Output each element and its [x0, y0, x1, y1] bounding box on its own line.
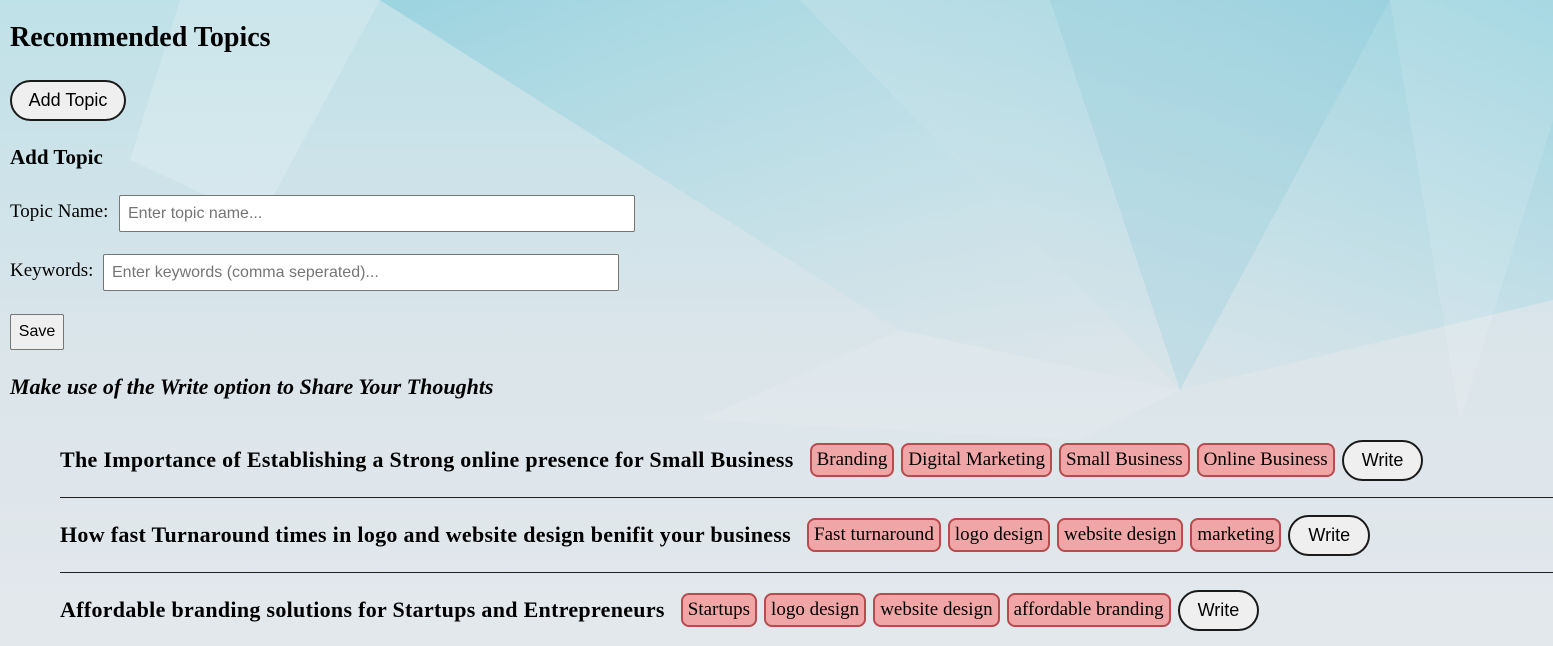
page-title: Recommended Topics	[10, 22, 271, 53]
write-button[interactable]: Write	[1177, 589, 1260, 631]
keywords-label: Keywords:	[10, 260, 94, 281]
topic-name-label: Topic Name:	[10, 201, 109, 222]
keyword-tag: Digital Marketing	[901, 443, 1053, 477]
topic-title: How fast Turnaround times in logo and we…	[60, 522, 792, 547]
write-button[interactable]: Write	[1341, 439, 1424, 481]
keyword-tag: Fast turnaround	[807, 518, 941, 552]
topic-title: The Importance of Establishing a Strong …	[60, 447, 794, 472]
topic-row: How fast Turnaround times in logo and we…	[60, 498, 1553, 573]
keyword-tag: affordable branding	[1006, 593, 1171, 627]
topic-name-input[interactable]	[119, 195, 635, 232]
topic-title: Affordable branding solutions for Startu…	[60, 597, 665, 622]
add-topic-form-heading: Add Topic	[10, 145, 103, 169]
add-topic-button[interactable]: Add Topic	[10, 80, 126, 121]
keyword-tag: logo design	[947, 518, 1050, 552]
keyword-tag: website design	[873, 593, 1000, 627]
keyword-tag: Startups	[680, 593, 758, 627]
keyword-tag: website design	[1056, 518, 1184, 552]
write-prompt-tagline: Make use of the Write option to Share Yo…	[10, 374, 494, 399]
keyword-tag: Online Business	[1196, 443, 1335, 477]
keyword-tag: marketing	[1190, 518, 1282, 552]
write-button[interactable]: Write	[1288, 514, 1371, 556]
keyword-tag: Branding	[809, 443, 895, 477]
topic-row: Affordable branding solutions for Startu…	[60, 573, 1553, 646]
topic-list: The Importance of Establishing a Strong …	[60, 423, 1553, 646]
topic-row: The Importance of Establishing a Strong …	[60, 423, 1553, 498]
keyword-tag: logo design	[764, 593, 867, 627]
keywords-input[interactable]	[103, 254, 619, 291]
save-button[interactable]: Save	[10, 314, 64, 350]
keyword-tag: Small Business	[1059, 443, 1190, 477]
